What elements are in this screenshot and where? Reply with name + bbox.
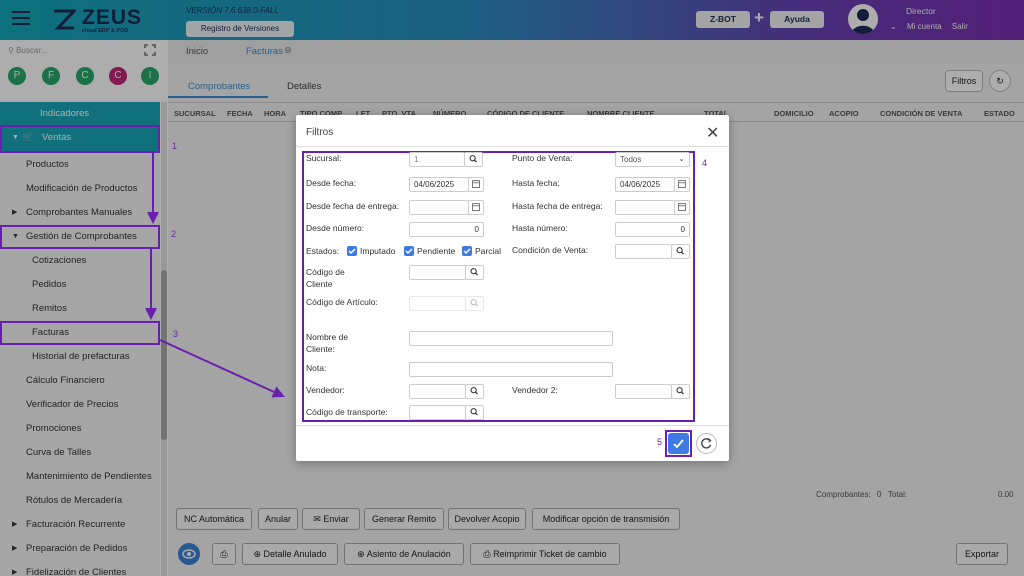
search-icon[interactable] xyxy=(465,384,484,399)
imputado-checkbox[interactable] xyxy=(347,246,357,256)
desde-fecha-entrega-input[interactable] xyxy=(409,200,469,215)
filters-modal: Filtros ✕ 4 Sucursal: 1 Punto de Venta: … xyxy=(296,115,729,461)
punto-venta-label: Punto de Venta: xyxy=(512,153,573,163)
codigo-transporte-label: Código de transporte: xyxy=(306,407,388,417)
search-icon[interactable] xyxy=(464,152,483,167)
nota-input[interactable] xyxy=(409,362,613,377)
search-icon[interactable] xyxy=(671,384,690,399)
desde-numero-label: Desde número: xyxy=(306,223,365,233)
codigo-cliente-input[interactable] xyxy=(409,265,466,280)
reset-filters-button[interactable] xyxy=(696,433,717,454)
codigo-cliente-label: Código de xyxy=(306,267,345,277)
calendar-icon[interactable] xyxy=(674,200,690,215)
sucursal-input[interactable]: 1 xyxy=(409,152,465,167)
hasta-fecha-label: Hasta fecha: xyxy=(512,178,560,188)
pendiente-checkbox[interactable] xyxy=(404,246,414,256)
desde-fecha-label: Desde fecha: xyxy=(306,178,357,188)
parcial-checkbox[interactable] xyxy=(462,246,472,256)
hasta-numero-label: Hasta número: xyxy=(512,223,568,233)
nota-label: Nota: xyxy=(306,363,327,373)
pendiente-label: Pendiente xyxy=(417,246,456,256)
search-icon[interactable] xyxy=(465,265,484,280)
imputado-label: Imputado xyxy=(360,246,396,256)
desde-fecha-entrega-label: Desde fecha de entrega: xyxy=(306,201,400,211)
close-icon[interactable]: ✕ xyxy=(706,123,719,143)
codigo-cliente-label-2: Cliente xyxy=(306,279,333,289)
modal-divider xyxy=(296,146,729,147)
chevron-down-icon: ⌄ xyxy=(678,154,685,163)
annotation-5: 5 xyxy=(657,437,663,447)
nombre-cliente-label: Nombre de xyxy=(306,332,349,342)
hasta-fecha-input[interactable]: 04/06/2025 xyxy=(615,177,675,192)
search-icon[interactable] xyxy=(465,296,484,311)
punto-venta-value: Todos xyxy=(620,155,642,164)
condicion-venta-label: Condición de Venta: xyxy=(512,245,589,255)
vendedor2-label: Vendedor 2: xyxy=(512,385,558,395)
condicion-venta-input[interactable] xyxy=(615,244,672,259)
codigo-articulo-input[interactable] xyxy=(409,296,466,311)
refresh-icon xyxy=(701,438,712,449)
sucursal-label: Sucursal: xyxy=(306,153,342,163)
apply-filters-button[interactable] xyxy=(668,433,689,454)
hasta-numero-input[interactable]: 0 xyxy=(615,222,690,237)
codigo-transporte-input[interactable] xyxy=(409,405,466,420)
search-icon[interactable] xyxy=(465,405,484,420)
punto-venta-select[interactable]: Todos ⌄ xyxy=(615,152,690,167)
search-icon[interactable] xyxy=(671,244,690,259)
nombre-cliente-input[interactable] xyxy=(409,331,613,346)
parcial-label: Parcial xyxy=(475,246,501,256)
hasta-fecha-entrega-input[interactable] xyxy=(615,200,675,215)
codigo-articulo-label: Código de Artículo: xyxy=(306,297,378,307)
estados-label: Estados: xyxy=(306,246,340,256)
desde-fecha-input[interactable]: 04/06/2025 xyxy=(409,177,469,192)
nombre-cliente-label-2: Cliente: xyxy=(306,344,335,354)
annotation-4: 4 xyxy=(702,158,708,168)
vendedor-label: Vendedor: xyxy=(306,385,345,395)
vendedor2-input[interactable] xyxy=(615,384,672,399)
modal-footer-divider xyxy=(296,425,729,426)
modal-title: Filtros xyxy=(306,127,334,138)
hasta-fecha-entrega-label: Hasta fecha de entrega: xyxy=(512,201,603,211)
calendar-icon[interactable] xyxy=(468,177,484,192)
calendar-icon[interactable] xyxy=(468,200,484,215)
desde-numero-input[interactable]: 0 xyxy=(409,222,484,237)
calendar-icon[interactable] xyxy=(674,177,690,192)
check-icon xyxy=(673,439,684,449)
vendedor-input[interactable] xyxy=(409,384,466,399)
